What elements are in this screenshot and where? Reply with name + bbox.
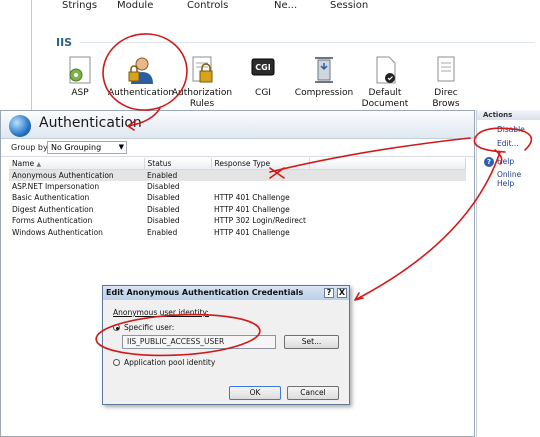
identity-label: Anonymous user identity: — [113, 308, 209, 317]
feature-authorization-rules-label: Authorization Rules — [171, 88, 233, 109]
row-name: Anonymous Authentication — [9, 169, 144, 181]
row-name: Forms Authentication — [12, 216, 93, 226]
top-label-ne: Ne... — [274, 0, 298, 11]
sort-ascending-icon: ▲ — [36, 160, 42, 168]
feature-authorization-rules[interactable]: Authorization Rules — [169, 54, 235, 110]
top-label-session: Session — [330, 0, 369, 11]
feature-cgi-label: CGI — [255, 88, 271, 98]
group-by-label: Group by: — [11, 143, 50, 152]
edit-action[interactable]: Edit... — [497, 139, 519, 148]
dialog-close-button[interactable]: X — [337, 288, 347, 298]
authentication-icon — [125, 54, 157, 86]
row-response — [211, 169, 309, 181]
feature-default-document-label: Default Document — [361, 88, 409, 109]
svg-text:CGI: CGI — [255, 63, 270, 72]
compression-icon — [308, 54, 340, 86]
section-divider — [80, 42, 535, 43]
row-name: Digest Authentication — [12, 204, 94, 214]
table-row[interactable]: Digest Authentication Disabled HTTP 401 … — [9, 204, 466, 216]
table-row[interactable]: Forms Authentication Disabled HTTP 302 L… — [9, 215, 466, 227]
feature-compression-label: Compression — [294, 88, 354, 98]
feature-compression[interactable]: Compression — [291, 54, 357, 99]
authentication-table: Name ▲ Status Response Type Anonymous Au… — [9, 158, 466, 238]
dialog-help-button[interactable]: ? — [324, 288, 334, 298]
feature-directory-browsing-label: Direc Brows — [432, 88, 460, 109]
directory-browsing-icon — [430, 54, 462, 86]
specific-user-label: Specific user: — [124, 323, 175, 332]
column-header-name[interactable]: Name ▲ — [9, 158, 145, 170]
row-status: Enabled — [144, 169, 211, 181]
feature-asp[interactable]: ASP — [47, 54, 113, 99]
authorization-rules-icon — [186, 54, 218, 86]
feature-directory-browsing[interactable]: Direc Brows — [413, 54, 479, 110]
table-header-row: Name ▲ Status Response Type — [9, 158, 466, 170]
table-row[interactable]: Basic Authentication Disabled HTTP 401 C… — [9, 192, 466, 204]
column-header-status[interactable]: Status — [144, 158, 212, 170]
specific-user-field[interactable]: IIS_PUBLIC_ACCESS_USER — [122, 335, 276, 349]
table-row[interactable]: ASP.NET Impersonation Disabled — [9, 181, 466, 193]
feature-cgi[interactable]: CGI CGI — [230, 54, 296, 99]
table-row[interactable]: Windows Authentication Enabled HTTP 401 … — [9, 227, 466, 239]
row-status: Enabled — [147, 227, 178, 237]
row-response: HTTP 302 Login/Redirect — [214, 216, 306, 226]
globe-icon — [9, 115, 31, 137]
dialog-titlebar: Edit Anonymous Authentication Credential… — [103, 286, 349, 300]
group-by-toolbar: Group by: No Grouping ▼ — [1, 139, 474, 157]
app-pool-label: Application pool identity — [124, 358, 216, 367]
row-name: Windows Authentication — [12, 227, 103, 237]
feature-authentication-label: Authentication — [108, 88, 175, 98]
feature-default-document[interactable]: Default Document — [352, 54, 418, 110]
group-by-value: No Grouping — [51, 143, 102, 152]
row-status: Disabled — [147, 181, 180, 191]
row-status: Disabled — [147, 193, 180, 203]
column-header-filler — [309, 158, 466, 170]
online-help-action[interactable]: Online Help — [497, 170, 540, 188]
ok-button[interactable]: OK — [229, 386, 281, 400]
specific-user-radio[interactable] — [113, 324, 120, 331]
authentication-header: Authentication — [1, 111, 474, 139]
edit-credentials-dialog: Edit Anonymous Authentication Credential… — [102, 285, 350, 405]
app-pool-radio[interactable] — [113, 359, 120, 366]
default-document-icon — [369, 54, 401, 86]
feature-asp-label: ASP — [71, 88, 89, 98]
cgi-icon: CGI — [247, 54, 279, 86]
column-header-response-type[interactable]: Response Type — [211, 158, 310, 170]
row-name: Basic Authentication — [12, 193, 90, 203]
top-label-strings: Strings — [62, 0, 98, 11]
actions-header: Actions — [477, 110, 540, 120]
asp-icon — [64, 54, 96, 86]
help-action[interactable]: Help — [497, 157, 514, 166]
section-title-iis: IIS — [56, 36, 73, 49]
feature-authentication[interactable]: Authentication — [108, 54, 174, 99]
specific-user-value: IIS_PUBLIC_ACCESS_USER — [127, 337, 225, 346]
row-status: Disabled — [147, 204, 180, 214]
disable-action[interactable]: Disable — [497, 125, 525, 134]
page-title: Authentication — [39, 115, 142, 131]
group-by-select[interactable]: No Grouping ▼ — [47, 141, 127, 154]
row-response: HTTP 401 Challenge — [214, 204, 290, 214]
row-response: HTTP 401 Challenge — [214, 193, 290, 203]
row-response: HTTP 401 Challenge — [214, 227, 290, 237]
set-button[interactable]: Set... — [284, 335, 339, 349]
chevron-down-icon: ▼ — [118, 143, 124, 151]
top-label-controls: Controls — [187, 0, 229, 11]
dialog-title: Edit Anonymous Authentication Credential… — [106, 288, 304, 297]
table-row[interactable]: Anonymous Authentication Enabled — [9, 169, 466, 181]
cancel-button[interactable]: Cancel — [287, 386, 339, 400]
row-status: Disabled — [147, 216, 180, 226]
top-label-module: Module — [117, 0, 154, 11]
row-response — [211, 181, 309, 193]
features-view: Strings Controls Module Ne... Session II… — [31, 0, 540, 110]
row-name: ASP.NET Impersonation — [12, 181, 100, 191]
actions-pane: Actions Disable Edit... ? Help Online He… — [476, 110, 540, 437]
help-icon: ? — [484, 157, 494, 167]
